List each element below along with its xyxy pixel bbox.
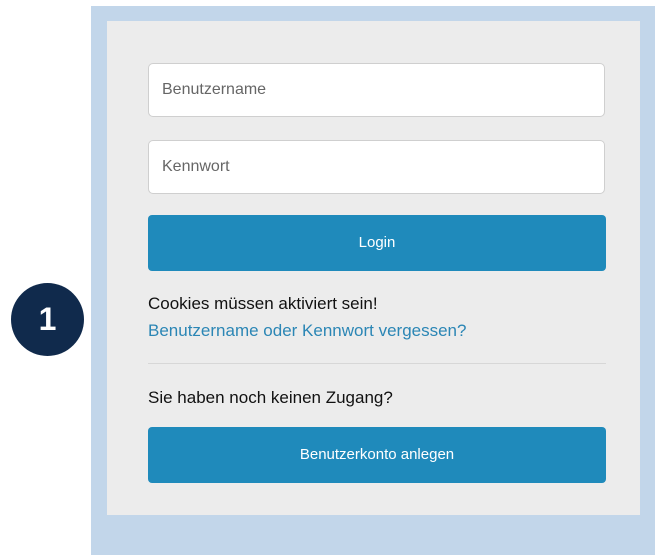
create-account-button[interactable]: Benutzerkonto anlegen	[148, 427, 606, 483]
username-input[interactable]	[148, 63, 605, 117]
forgot-credentials-link[interactable]: Benutzername oder Kennwort vergessen?	[148, 321, 466, 341]
step-number-badge: 1	[11, 283, 84, 356]
cookies-notice: Cookies müssen aktiviert sein!	[148, 294, 378, 313]
password-input[interactable]	[148, 140, 605, 194]
divider	[148, 363, 606, 364]
login-button[interactable]: Login	[148, 215, 606, 271]
login-page: Login Cookies müssen aktiviert sein! Ben…	[0, 0, 657, 555]
no-account-text: Sie haben noch keinen Zugang?	[148, 388, 393, 407]
